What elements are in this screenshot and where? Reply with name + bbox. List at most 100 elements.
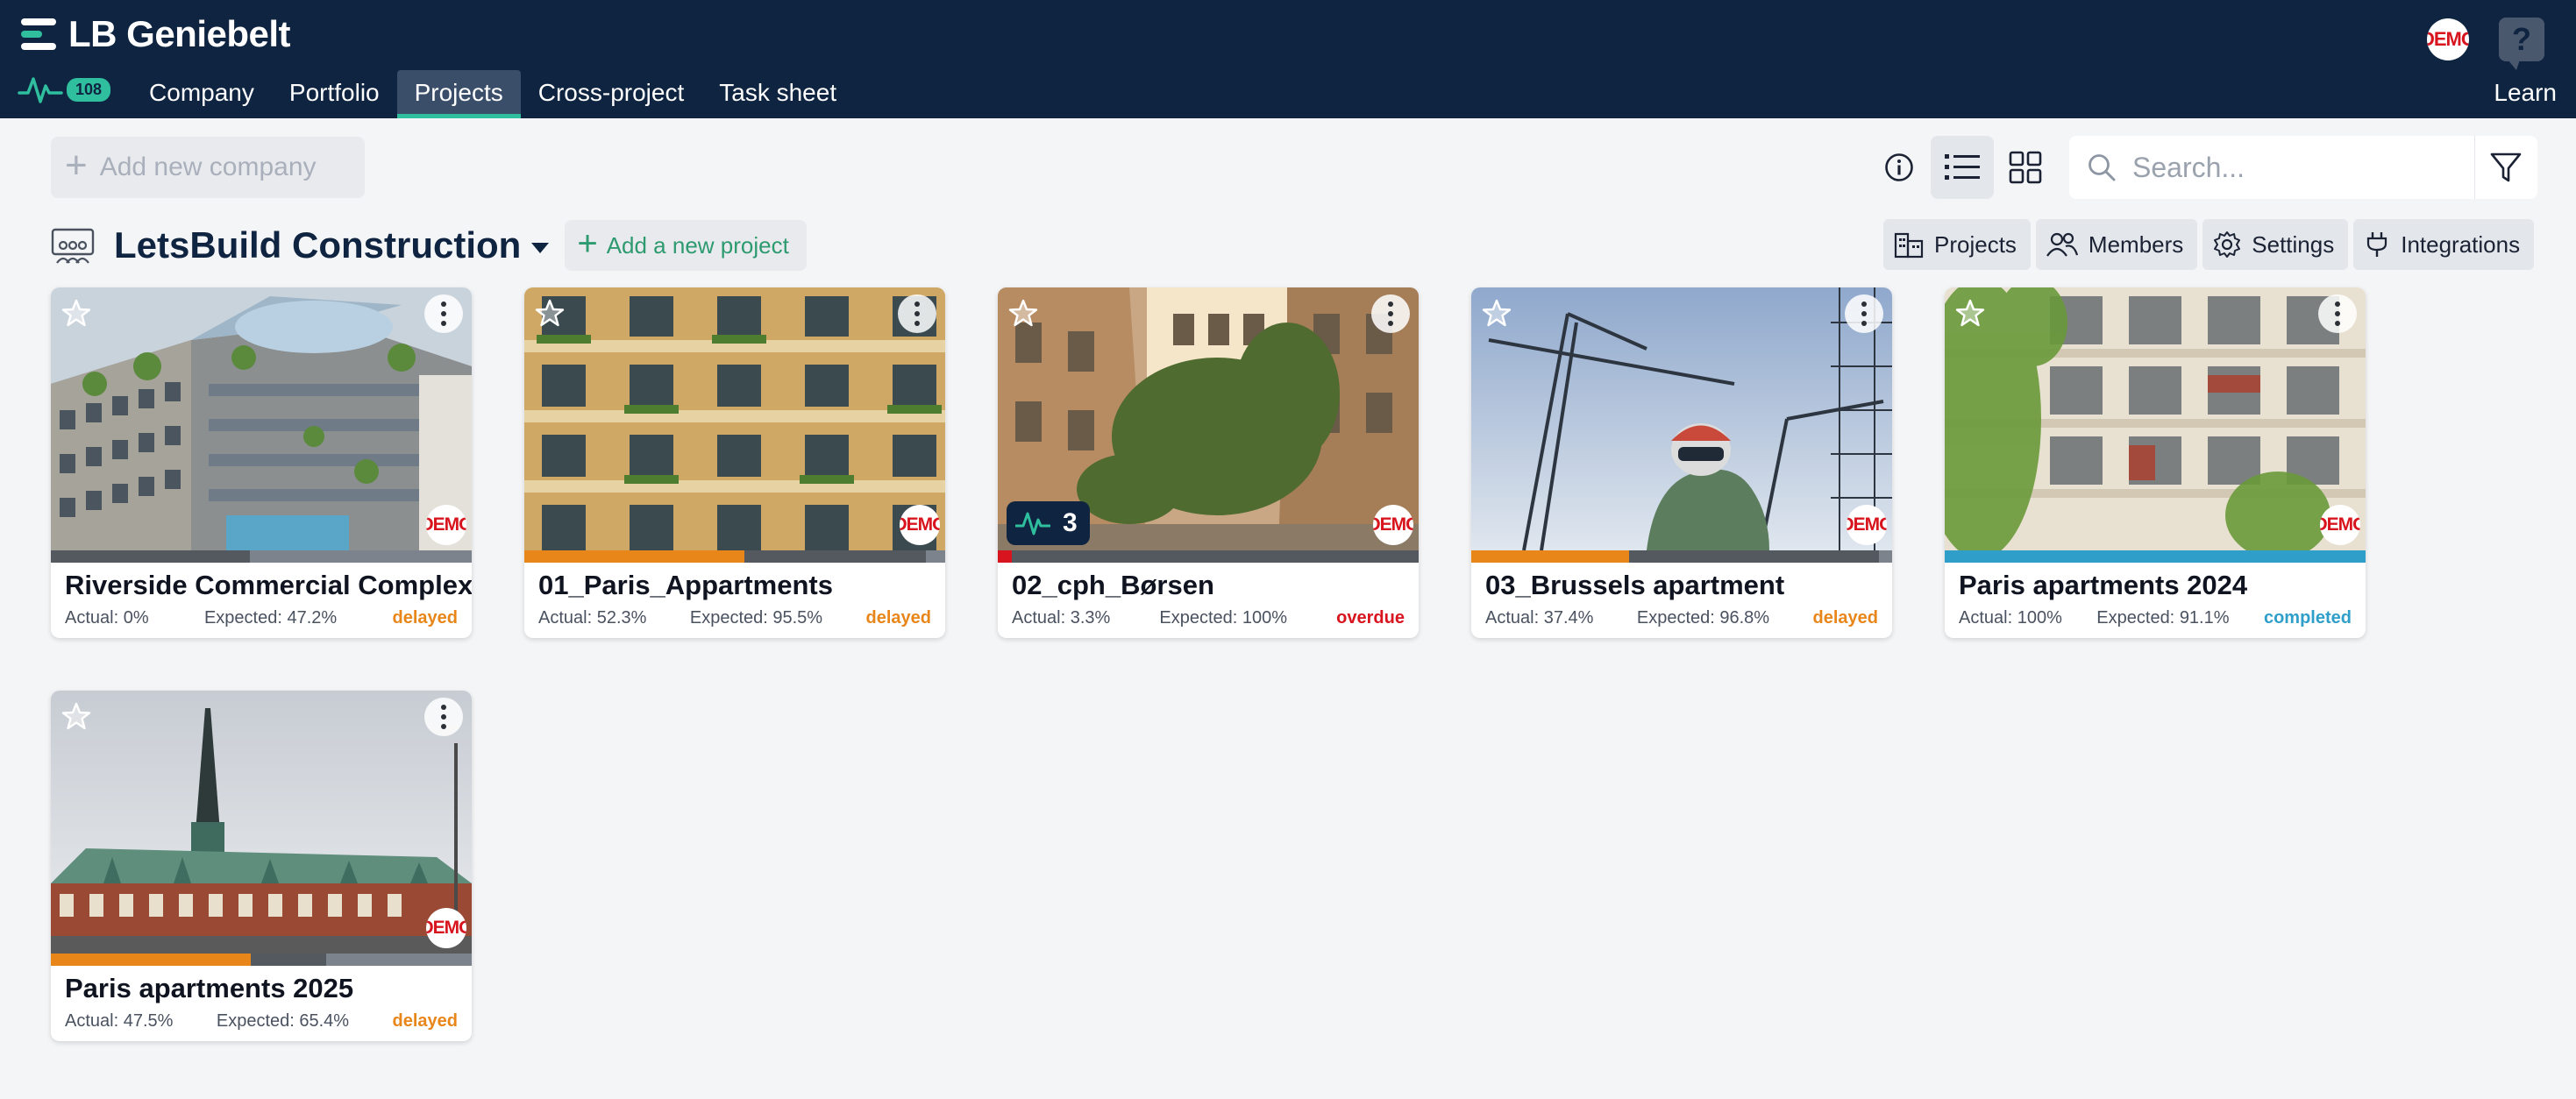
tab-label: Projects	[1934, 230, 2017, 258]
tab-members[interactable]: Members	[2035, 219, 2198, 270]
project-image	[524, 287, 945, 550]
tab-company-projects[interactable]: Projects	[1883, 219, 2031, 270]
progress-bar	[51, 550, 472, 563]
demo-badge: DEMO	[426, 505, 466, 545]
tab-label: Members	[2088, 230, 2184, 258]
more-options-icon[interactable]	[424, 294, 463, 333]
filter-icon	[2490, 152, 2521, 182]
pulse-icon	[1015, 512, 1050, 535]
user-avatar[interactable]: DEMO	[2427, 18, 2469, 60]
badge-text: DEMO	[1373, 514, 1413, 535]
project-card[interactable]: DEMO Paris apartments 2025 Actual: 47.5%…	[51, 691, 472, 1041]
actual-progress	[524, 550, 745, 563]
pulse-icon	[18, 77, 63, 103]
chevron-down-icon[interactable]	[531, 243, 550, 253]
tab-settings[interactable]: Settings	[2202, 219, 2349, 270]
plug-icon	[2367, 232, 2387, 257]
progress-bar	[524, 550, 945, 563]
badge-text: DEMO	[426, 918, 466, 938]
add-project-label: Add a new project	[606, 231, 789, 259]
company-name[interactable]: LetsBuild Construction	[114, 224, 521, 266]
actual-value: Actual: 0%	[65, 608, 149, 627]
app-title: LB Geniebelt	[68, 13, 291, 54]
star-icon[interactable]	[535, 298, 565, 328]
actual-progress	[1471, 550, 1629, 563]
demo-badge: DEMO	[1373, 505, 1413, 545]
badge-text: DEMO	[900, 514, 940, 535]
project-meta: Actual: 100% Expected: 91.1% completed	[1959, 608, 2352, 628]
project-card[interactable]: DEMO 03_Brussels apartment Actual: 37.4%…	[1471, 287, 1892, 638]
actual-progress	[1945, 550, 2366, 563]
expected-value: Expected: 96.8%	[1636, 608, 1770, 627]
tab-task-sheet[interactable]: Task sheet	[701, 70, 854, 118]
expected-value: Expected: 100%	[1159, 608, 1288, 627]
star-icon[interactable]	[1955, 298, 1985, 328]
main-nav: 108 Company Portfolio Projects Cross-pro…	[18, 70, 854, 118]
actual-progress	[998, 550, 1012, 563]
tab-projects[interactable]: Projects	[396, 70, 521, 118]
tab-integrations[interactable]: Integrations	[2353, 219, 2535, 270]
project-card[interactable]: DEMO Paris apartments 2024 Actual: 100% …	[1945, 287, 2366, 638]
app-logo[interactable]: LB Geniebelt	[21, 13, 291, 54]
expected-value: Expected: 65.4%	[216, 1011, 350, 1031]
plus-icon: +	[65, 144, 88, 187]
star-icon[interactable]	[61, 298, 91, 328]
more-options-icon[interactable]	[424, 698, 463, 736]
status-badge: delayed	[392, 608, 458, 627]
add-company-label: Add new company	[99, 152, 317, 181]
help-icon[interactable]: ?	[2499, 18, 2544, 70]
plus-icon: +	[577, 224, 598, 263]
grid-icon	[2009, 151, 2042, 184]
search-box	[2069, 136, 2537, 199]
activity-badge[interactable]: 3	[1007, 501, 1090, 545]
badge-text: DEMO	[1847, 514, 1887, 535]
demo-badge: DEMO	[900, 505, 940, 545]
project-meta: Actual: 47.5% Expected: 65.4% delayed	[65, 1011, 458, 1032]
buildings-icon	[1894, 232, 1924, 259]
add-company-button[interactable]: + Add new company	[51, 137, 365, 198]
more-options-icon[interactable]	[1371, 294, 1410, 333]
filter-button[interactable]	[2474, 136, 2536, 199]
activity-count: 3	[1063, 508, 1078, 537]
add-project-button[interactable]: + Add a new project	[565, 220, 807, 271]
more-options-icon[interactable]	[2318, 294, 2357, 333]
help-glyph: ?	[2512, 21, 2531, 57]
company-icon	[51, 228, 95, 264]
badge-text: DEMO	[426, 514, 466, 535]
list-icon	[1945, 154, 1980, 180]
star-icon[interactable]	[61, 701, 91, 731]
more-options-icon[interactable]	[898, 294, 936, 333]
project-card[interactable]: 3 DEMO 02_cph_Børsen Actual: 3.3% Expect…	[998, 287, 1419, 638]
expected-value: Expected: 91.1%	[2096, 608, 2230, 627]
more-options-icon[interactable]	[1845, 294, 1883, 333]
tab-company[interactable]: Company	[132, 70, 272, 118]
expected-value: Expected: 47.2%	[203, 608, 338, 627]
tab-label: Settings	[2252, 230, 2335, 258]
project-card[interactable]: DEMO 01_Paris_Appartments Actual: 52.3% …	[524, 287, 945, 638]
actual-value: Actual: 47.5%	[65, 1011, 174, 1031]
avatar-text: DEMO	[2427, 28, 2469, 50]
project-title: 02_cph_Børsen	[1012, 570, 1214, 600]
star-icon[interactable]	[1008, 298, 1038, 328]
badge-text: DEMO	[2320, 514, 2360, 535]
list-view-button[interactable]	[1931, 136, 1994, 199]
status-badge: overdue	[1336, 608, 1405, 627]
activity-pulse[interactable]: 108	[18, 74, 111, 105]
info-icon	[1885, 153, 1913, 181]
search-input[interactable]	[2132, 151, 2466, 184]
expected-progress	[998, 550, 1419, 563]
project-card[interactable]: DEMO Riverside Commercial Complex Actual…	[51, 287, 472, 638]
actual-value: Actual: 37.4%	[1485, 608, 1594, 627]
logo-icon	[21, 18, 56, 50]
status-badge: delayed	[1812, 608, 1878, 627]
tab-cross-project[interactable]: Cross-project	[521, 70, 701, 118]
info-button[interactable]	[1868, 136, 1931, 199]
project-image	[51, 691, 472, 954]
project-title: 03_Brussels apartment	[1485, 570, 1785, 600]
project-meta: Actual: 3.3% Expected: 100% overdue	[1012, 608, 1405, 628]
star-icon[interactable]	[1482, 298, 1512, 328]
tab-portfolio[interactable]: Portfolio	[272, 70, 397, 118]
learn-link[interactable]: Learn	[2494, 79, 2557, 107]
progress-bar	[1471, 550, 1892, 563]
grid-view-button[interactable]	[1994, 136, 2057, 199]
